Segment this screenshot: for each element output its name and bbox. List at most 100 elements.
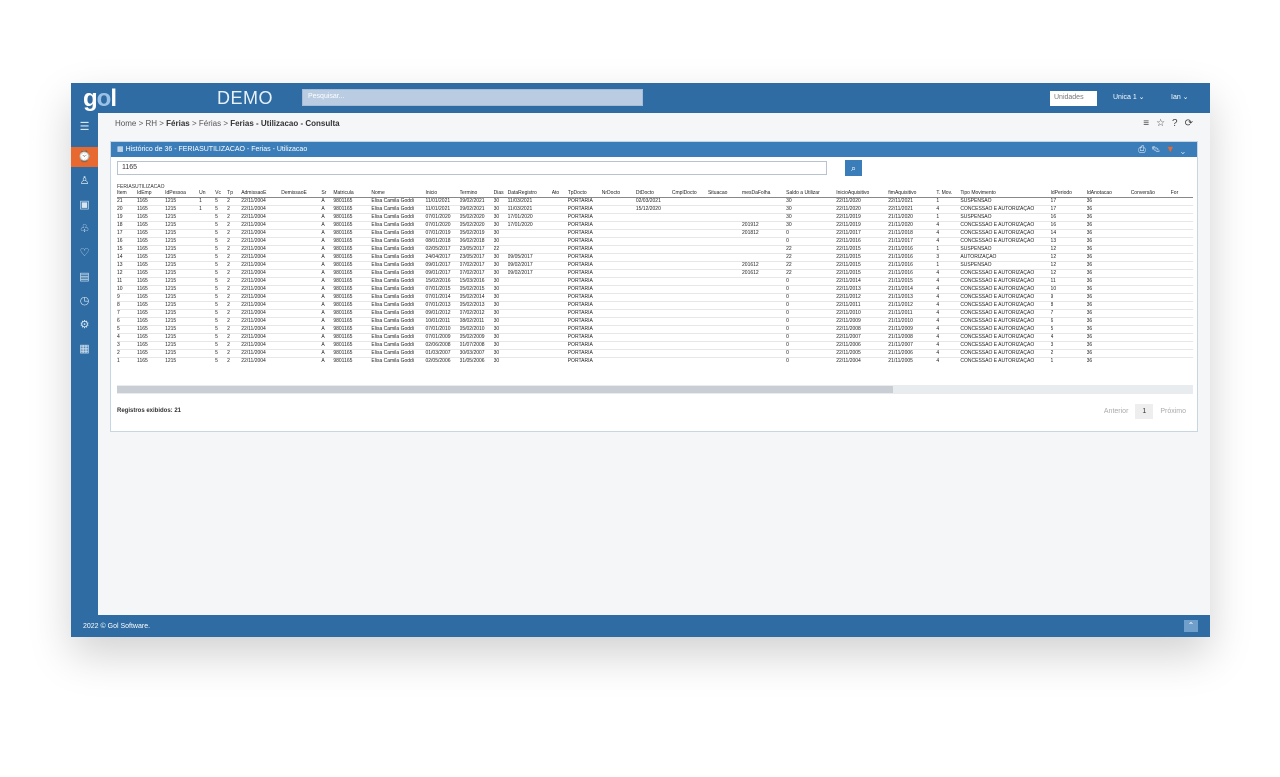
gol-logo[interactable]: gol: [83, 85, 117, 113]
table-cell: 36: [1086, 332, 1131, 341]
table-row[interactable]: 18 1165 1215 5 2 22/11/2004 A 9801165 Elisa Cami…: [117, 220, 1193, 229]
heart-icon[interactable]: ♡: [71, 243, 98, 263]
table-row[interactable]: 8 1165 1215 5 2 22/11/2004 A 9801165 Elisa Camil…: [117, 300, 1193, 309]
column-header[interactable]: fimAquisitivo: [888, 190, 937, 198]
table-cell: 21/11/2007: [888, 340, 937, 349]
menu-icon[interactable]: ☰: [71, 117, 98, 137]
table-cell: [507, 308, 552, 317]
column-header[interactable]: TpDocto: [567, 190, 602, 198]
settings-icon[interactable]: ≡: [1143, 118, 1156, 129]
help-icon[interactable]: ?: [1172, 118, 1185, 129]
global-search-input[interactable]: Pesquisar...: [302, 89, 643, 106]
table-row[interactable]: 13 1165 1215 5 2 22/11/2004 A 9801165 Elisa Cami…: [117, 260, 1193, 269]
column-header[interactable]: Tipo Movimento: [960, 190, 1051, 198]
user-menu[interactable]: Ian ⌄: [1171, 93, 1189, 101]
filter-icon[interactable]: ▼: [1166, 144, 1181, 154]
table-row[interactable]: 10 1165 1215 5 2 22/11/2004 A 9801165 Elisa Cami…: [117, 284, 1193, 293]
column-header[interactable]: Nome: [371, 190, 426, 198]
table-cell: [635, 348, 672, 357]
gear-icon[interactable]: ⚙: [71, 315, 98, 335]
column-header[interactable]: Inicio: [425, 190, 460, 198]
print-icon[interactable]: ⎙: [1138, 144, 1151, 154]
table-row[interactable]: 9 1165 1215 5 2 22/11/2004 A 9801165 Elisa Camil…: [117, 292, 1193, 301]
table-row[interactable]: 1 1165 1215 5 2 22/11/2004 A 9801165 Elisa Camil…: [117, 356, 1193, 365]
star-icon[interactable]: ☆: [1156, 118, 1172, 129]
scrollbar-thumb[interactable]: [117, 386, 893, 393]
column-header[interactable]: Un: [199, 190, 216, 198]
column-header[interactable]: Termino: [459, 190, 494, 198]
column-header[interactable]: For: [1170, 190, 1193, 198]
column-header[interactable]: Tp: [227, 190, 242, 198]
table-row[interactable]: 20 1165 1215 1 5 2 22/11/2004 A 9801165 Elisa Cam…: [117, 204, 1193, 213]
previous-page-button[interactable]: Anterior: [1097, 404, 1136, 419]
column-header[interactable]: Item: [117, 190, 138, 198]
table-cell: 2: [227, 236, 242, 245]
breadcrumb-rh[interactable]: RH: [145, 119, 157, 128]
column-header[interactable]: InicioAquisitivo: [836, 190, 889, 198]
briefcase-icon[interactable]: ▦: [71, 339, 98, 359]
column-header[interactable]: Vc: [215, 190, 228, 198]
results-table-container[interactable]: FERIASUTILIZACAO Item IdEmp IdPessoa Un Vc Tp…: [117, 184, 1193, 385]
table-cell: 21/11/2016: [888, 244, 937, 253]
table-row[interactable]: 11 1165 1215 5 2 22/11/2004 A 9801165 Elisa Cami…: [117, 276, 1193, 285]
clock-icon[interactable]: ◷: [71, 291, 98, 311]
column-header[interactable]: IdPessoa: [165, 190, 200, 198]
table-row[interactable]: 4 1165 1215 5 2 22/11/2004 A 9801165 Elisa Camil…: [117, 332, 1193, 341]
table-row[interactable]: 3 1165 1215 5 2 22/11/2004 A 9801165 Elisa Camil…: [117, 340, 1193, 349]
edit-icon[interactable]: ✎: [1152, 144, 1166, 154]
column-header[interactable]: Conversão: [1130, 190, 1171, 198]
column-header[interactable]: Matricula: [333, 190, 372, 198]
breadcrumb-ferias[interactable]: Férias: [166, 119, 190, 128]
refresh-icon[interactable]: ⟳: [1185, 118, 1200, 129]
column-header[interactable]: IdEmp: [137, 190, 166, 198]
breadcrumb-home[interactable]: Home: [115, 119, 136, 128]
column-header[interactable]: Sr: [321, 190, 334, 198]
search-button[interactable]: ⌕: [845, 160, 862, 176]
table-cell: CONCESSÃO E AUTORIZAÇÃO: [960, 324, 1051, 333]
table-row[interactable]: 15 1165 1215 5 2 22/11/2004 A 9801165 Elisa Cami…: [117, 244, 1193, 253]
unit-selector[interactable]: Unica 1 ⌄: [1113, 93, 1145, 101]
column-header[interactable]: IdPeriodo: [1050, 190, 1087, 198]
horizontal-scrollbar[interactable]: [117, 385, 1193, 394]
column-header[interactable]: AdmissaoE: [241, 190, 282, 198]
table-row[interactable]: 12 1165 1215 5 2 22/11/2004 A 9801165 Elisa Cami…: [117, 268, 1193, 277]
table-cell: [551, 204, 568, 213]
column-header[interactable]: mesDaFolha: [742, 190, 787, 198]
dashboard-icon[interactable]: ⌚: [71, 147, 98, 167]
table-row[interactable]: 21 1165 1215 1 5 2 22/11/2004 A 9801165 Elisa Cam…: [117, 196, 1193, 205]
table-cell: 6: [117, 316, 138, 325]
table-cell: 22/11/2004: [241, 356, 282, 365]
filter-input[interactable]: 1165: [117, 161, 827, 175]
users-icon[interactable]: ♧: [71, 219, 98, 239]
breadcrumb-ferias-2[interactable]: Férias: [199, 119, 221, 128]
column-header[interactable]: Dias: [493, 190, 508, 198]
scroll-top-button[interactable]: ⌃: [1184, 620, 1198, 632]
column-header[interactable]: NrDocto: [601, 190, 636, 198]
column-header[interactable]: DtDocto: [635, 190, 672, 198]
column-header[interactable]: Situacao: [707, 190, 743, 198]
table-cell: 22/11/2017: [836, 228, 889, 237]
document-icon[interactable]: ▣: [71, 195, 98, 215]
current-page-button[interactable]: 1: [1135, 404, 1154, 419]
column-header[interactable]: Saldo a Utilizar: [786, 190, 837, 198]
column-header[interactable]: IdAnotacao: [1086, 190, 1131, 198]
user-icon[interactable]: ♙: [71, 171, 98, 191]
calendar-icon[interactable]: ▤: [71, 267, 98, 287]
column-header[interactable]: DataRegistro: [507, 190, 552, 198]
table-row[interactable]: 5 1165 1215 5 2 22/11/2004 A 9801165 Elisa Camil…: [117, 324, 1193, 333]
table-row[interactable]: 14 1165 1215 5 2 22/11/2004 A 9801165 Elisa Cami…: [117, 252, 1193, 261]
table-row[interactable]: 16 1165 1215 5 2 22/11/2004 A 9801165 Elisa Cami…: [117, 236, 1193, 245]
table-row[interactable]: 6 1165 1215 5 2 22/11/2004 A 9801165 Elisa Camil…: [117, 316, 1193, 325]
table-cell: [671, 220, 708, 229]
table-row[interactable]: 7 1165 1215 5 2 22/11/2004 A 9801165 Elisa Camil…: [117, 308, 1193, 317]
table-row[interactable]: 2 1165 1215 5 2 22/11/2004 A 9801165 Elisa Camil…: [117, 348, 1193, 357]
column-header[interactable]: T. Mov.: [936, 190, 961, 198]
table-cell: 9801165: [333, 260, 372, 269]
column-header[interactable]: DemissaoE: [281, 190, 322, 198]
table-row[interactable]: 19 1165 1215 5 2 22/11/2004 A 9801165 Elisa Cami…: [117, 212, 1193, 221]
column-header[interactable]: Ato: [551, 190, 568, 198]
column-header[interactable]: CmplDocto: [671, 190, 708, 198]
table-row[interactable]: 17 1165 1215 5 2 22/11/2004 A 9801165 Elisa Cami…: [117, 228, 1193, 237]
chevron-down-icon[interactable]: ⌄: [1181, 144, 1191, 154]
next-page-button[interactable]: Próximo: [1153, 404, 1193, 419]
